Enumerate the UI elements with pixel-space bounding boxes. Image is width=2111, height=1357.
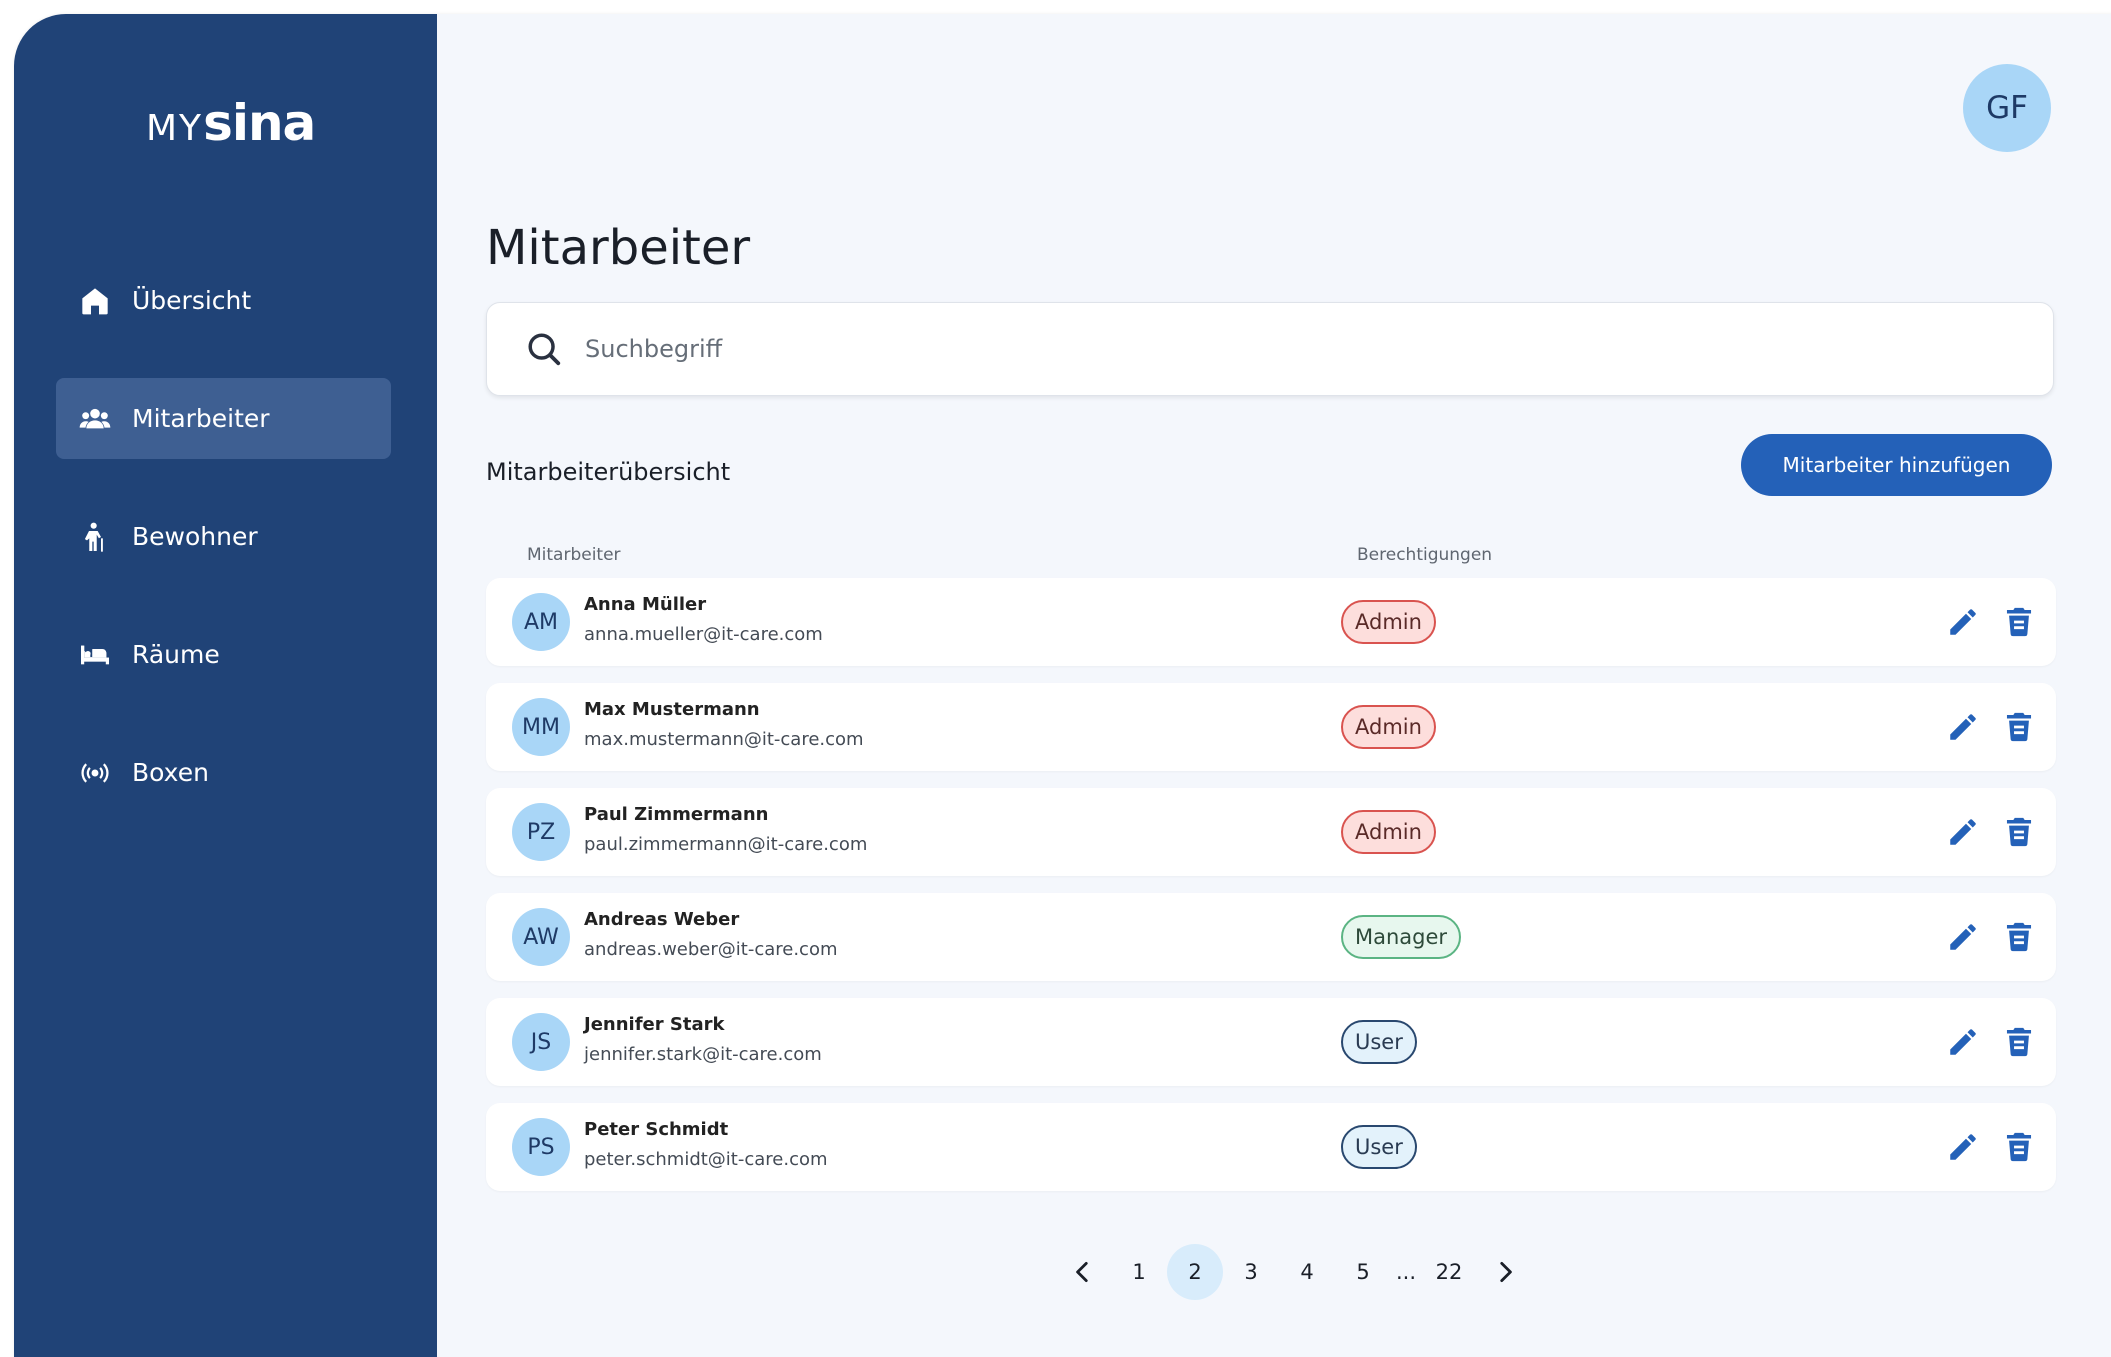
sidebar-item-label: Räume: [132, 640, 220, 669]
sidebar-item-bewohner[interactable]: Bewohner: [56, 496, 391, 577]
next-page-button[interactable]: [1477, 1244, 1533, 1300]
delete-button[interactable]: [2000, 813, 2038, 851]
role-badge: User: [1341, 1020, 1417, 1064]
role-badge: User: [1341, 1125, 1417, 1169]
add-employee-button[interactable]: Mitarbeiter hinzufügen: [1741, 434, 2052, 496]
search-icon: [528, 333, 561, 366]
employee-name: Peter Schmidt: [584, 1119, 729, 1140]
avatar: JS: [512, 1013, 570, 1071]
edit-button[interactable]: [1944, 918, 1982, 956]
role-badge: Admin: [1341, 705, 1436, 749]
edit-button[interactable]: [1944, 1128, 1982, 1166]
bed-icon: [78, 638, 112, 672]
page-button-4[interactable]: 4: [1279, 1244, 1335, 1300]
edit-button[interactable]: [1944, 813, 1982, 851]
table-row[interactable]: MM Max Mustermann max.mustermann@it-care…: [486, 683, 2056, 771]
employee-list: AM Anna Müller anna.mueller@it-care.com …: [486, 578, 2056, 1208]
pencil-icon: [1950, 1029, 1976, 1055]
table-row[interactable]: PZ Paul Zimmermann paul.zimmermann@it-ca…: [486, 788, 2056, 876]
employee-name: Jennifer Stark: [584, 1014, 725, 1035]
page-title: Mitarbeiter: [486, 220, 751, 276]
employee-name: Paul Zimmermann: [584, 804, 769, 825]
employee-email: max.mustermann@it-care.com: [584, 729, 864, 750]
sidebar-item-boxen[interactable]: Boxen: [56, 732, 391, 813]
avatar: MM: [512, 698, 570, 756]
page-button-5[interactable]: 5: [1335, 1244, 1391, 1300]
table-row[interactable]: AM Anna Müller anna.mueller@it-care.com …: [486, 578, 2056, 666]
mysina-logo[interactable]: MYsina: [146, 98, 316, 149]
edit-button[interactable]: [1944, 603, 1982, 641]
trash-icon: [2006, 607, 2032, 637]
edit-button[interactable]: [1944, 1023, 1982, 1061]
avatar: AW: [512, 908, 570, 966]
trash-icon: [2006, 817, 2032, 847]
delete-button[interactable]: [2000, 708, 2038, 746]
pagination: 1 2 3 4 5 ... 22: [1055, 1244, 1533, 1300]
pencil-icon: [1950, 714, 1976, 740]
employee-email: anna.mueller@it-care.com: [584, 624, 823, 645]
trash-icon: [2006, 1132, 2032, 1162]
employee-name: Max Mustermann: [584, 699, 760, 720]
sidebar-item-uebersicht[interactable]: Übersicht: [56, 260, 391, 341]
users-icon: [78, 402, 112, 436]
avatar: AM: [512, 593, 570, 651]
page-button-2[interactable]: 2: [1167, 1244, 1223, 1300]
logo-name: sina: [203, 94, 316, 152]
sidebar-item-label: Mitarbeiter: [132, 404, 270, 433]
page-button-last[interactable]: 22: [1421, 1244, 1477, 1300]
table-row[interactable]: PS Peter Schmidt peter.schmidt@it-care.c…: [486, 1103, 2056, 1191]
pencil-icon: [1950, 609, 1976, 635]
delete-button[interactable]: [2000, 1023, 2038, 1061]
chevron-left-icon: [1076, 1261, 1088, 1283]
trash-icon: [2006, 712, 2032, 742]
employee-name: Anna Müller: [584, 594, 707, 615]
page-button-1[interactable]: 1: [1111, 1244, 1167, 1300]
page-ellipsis: ...: [1395, 1260, 1417, 1284]
employee-email: jennifer.stark@it-care.com: [584, 1044, 822, 1065]
sidebar-nav: Übersicht Mitarbeiter Bewohner Räume Box…: [56, 260, 391, 850]
avatar: PS: [512, 1118, 570, 1176]
sidebar: MYsina Übersicht Mitarbeiter Bewohner Rä…: [14, 14, 437, 1357]
broadcast-icon: [78, 756, 112, 790]
sidebar-item-label: Bewohner: [132, 522, 258, 551]
employee-email: peter.schmidt@it-care.com: [584, 1149, 828, 1170]
employee-email: andreas.weber@it-care.com: [584, 939, 838, 960]
section-title: Mitarbeiterübersicht: [486, 458, 731, 486]
table-row[interactable]: JS Jennifer Stark jennifer.stark@it-care…: [486, 998, 2056, 1086]
search-bar[interactable]: [486, 302, 2054, 396]
delete-button[interactable]: [2000, 918, 2038, 956]
pencil-icon: [1950, 819, 1976, 845]
trash-icon: [2006, 922, 2032, 952]
previous-page-button[interactable]: [1055, 1244, 1111, 1300]
delete-button[interactable]: [2000, 1128, 2038, 1166]
avatar: PZ: [512, 803, 570, 861]
logo-prefix: MY: [146, 108, 204, 149]
column-header-employee: Mitarbeiter: [527, 545, 621, 565]
chevron-right-icon: [1500, 1261, 1512, 1283]
role-badge: Admin: [1341, 810, 1436, 854]
column-header-permissions: Berechtigungen: [1357, 545, 1493, 565]
sidebar-item-label: Übersicht: [132, 286, 252, 315]
pencil-icon: [1950, 924, 1976, 950]
pencil-icon: [1950, 1134, 1976, 1160]
role-badge: Admin: [1341, 600, 1436, 644]
search-input[interactable]: [585, 335, 1985, 363]
delete-button[interactable]: [2000, 603, 2038, 641]
home-icon: [78, 284, 112, 318]
elderly-person-icon: [78, 520, 112, 554]
sidebar-item-raeume[interactable]: Räume: [56, 614, 391, 695]
edit-button[interactable]: [1944, 708, 1982, 746]
user-avatar[interactable]: GF: [1963, 64, 2051, 152]
role-badge: Manager: [1341, 915, 1462, 959]
employee-email: paul.zimmermann@it-care.com: [584, 834, 868, 855]
sidebar-item-mitarbeiter[interactable]: Mitarbeiter: [56, 378, 391, 459]
page-button-3[interactable]: 3: [1223, 1244, 1279, 1300]
trash-icon: [2006, 1027, 2032, 1057]
employee-name: Andreas Weber: [584, 909, 740, 930]
table-row[interactable]: AW Andreas Weber andreas.weber@it-care.c…: [486, 893, 2056, 981]
sidebar-item-label: Boxen: [132, 758, 209, 787]
